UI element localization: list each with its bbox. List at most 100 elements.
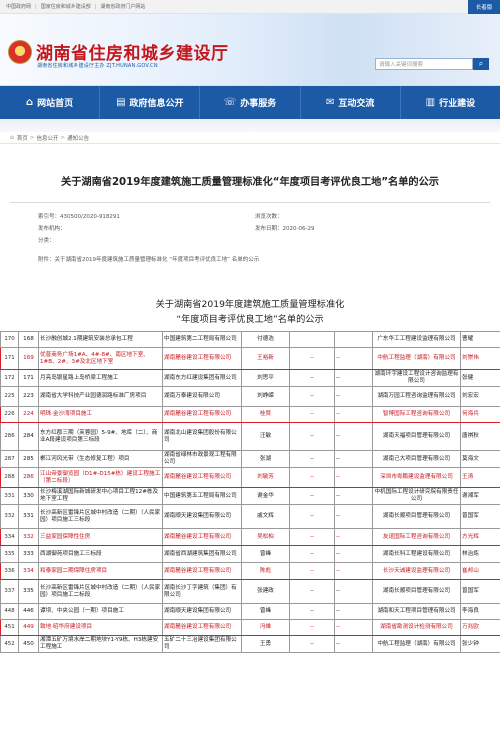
builder-company: 湖南省西湖建筑集团有限公司	[162, 545, 242, 563]
meta-category: 分类：	[38, 238, 55, 244]
project-manager: 刘思平	[241, 369, 290, 387]
column-6: --	[289, 562, 335, 580]
link-province-portal[interactable]: 湖南省政府门户网站	[100, 3, 145, 10]
meta-date: 发布日期：2020-06-29	[255, 226, 315, 232]
supervisor-company: 湖南己大项目管理有限公司	[372, 450, 461, 468]
builder-company: 湖南万泰建设有限公司	[162, 386, 242, 407]
row-index: 331	[0, 487, 19, 505]
nav-item-info-disclosure[interactable]: ▤ 政府信息公开	[100, 86, 201, 119]
search-button[interactable]: ⌕	[473, 58, 489, 70]
site-title[interactable]: 湖南省住房和城乡建设厅	[36, 39, 229, 64]
nav-item-industry[interactable]: ▥ 行业建设	[401, 86, 500, 119]
column-7: --	[334, 603, 373, 620]
meta-views: 浏览次数：	[255, 214, 283, 220]
builder-company: 五矿二十三冶建设集团有限公司	[162, 635, 242, 653]
article-header: 关于湖南省2019年度建筑施工质量管理标准化“年度项目考评优良工地”名单的公示	[0, 155, 500, 203]
search-input[interactable]: 请输入关键词搜索	[375, 58, 473, 70]
column-6: --	[289, 406, 335, 423]
nav-item-label: 互动交流	[338, 99, 375, 109]
builder-company: 中国建筑第二工程局有限公司	[162, 331, 242, 348]
table-row: 286 284 东方红郡三期（芙蓉园）5-9#、地库（二）、商业A段建设项目第三标段…	[0, 422, 500, 451]
item-number: 169	[18, 347, 39, 370]
supervisor-company: 中航工程监理（湖南）有限公司	[372, 347, 461, 370]
project-name: 江山帝景御览园（D1#-D15#栋）建设工程施工（第二标段）	[38, 467, 163, 488]
supervisor-company: 湖南环宇建设工程设计咨询监理有限公司	[372, 369, 461, 387]
column-7: --	[334, 386, 373, 407]
item-number: 450	[18, 635, 39, 653]
table-row: 171 169 优普商务广场1#A、4#-8#、南区地下室、1#B、2#、3#及北区…	[0, 347, 500, 370]
project-manager: 汪敏	[241, 422, 290, 451]
project-table: 170 168 长沙融创城2.1期建筑安装总承包工程 中国建筑第二工程局有限公司 付德浩…	[0, 331, 500, 653]
project-name: 长沙融创城2.1期建筑安装总承包工程	[38, 331, 163, 348]
column-6: --	[289, 450, 335, 468]
home-icon: ⌂	[26, 97, 34, 108]
supervisor-company: 湖南长顺项目管理有限公司	[372, 579, 461, 604]
breadcrumb-info[interactable]: 信息公开	[36, 134, 58, 142]
project-name: 长沙高新区雷锋片区城中村改造（二期）（人民家园）项目施工三标段	[38, 504, 163, 529]
builder-company: 湖南东方红建设集团有限公司	[162, 369, 242, 387]
meta-index: 索引号：430500/2020-918291	[38, 214, 120, 220]
supervisor-company: 湖南长顺项目管理有限公司	[372, 504, 461, 529]
supervisor-company: 友谊国际工程咨询有限公司	[372, 528, 461, 546]
nav-item-home[interactable]: ⌂ 网站首页	[0, 86, 101, 119]
row-index: 334	[0, 528, 19, 546]
nav-item-label: 行业建设	[439, 99, 476, 109]
column-7	[334, 331, 373, 348]
table-body: 170 168 长沙融创城2.1期建筑安装总承包工程 中国建筑第二工程局有限公司 付德浩…	[0, 331, 500, 653]
column-7: --	[334, 467, 373, 488]
breadcrumb-home[interactable]: 首页	[17, 134, 28, 142]
column-7: --	[334, 619, 373, 636]
column-6: --	[289, 504, 335, 529]
attachment-link[interactable]: 关于湖南省2019年度建筑施工质量管理标准化 “年度项目考评优良工地” 名单的公…	[55, 257, 260, 263]
column-7: --	[334, 635, 373, 653]
table-row: 172 171 月亮岛银星路上岛桥梁工程施工 湖南东方红建设集团有限公司 刘思平 -- --…	[0, 369, 500, 387]
nav-item-interaction[interactable]: ✉ 互动交流	[301, 86, 401, 119]
elder-mode-button[interactable]: 长者版	[468, 0, 500, 14]
project-manager: 桂赞	[241, 406, 290, 423]
chief-supervisor: 曾国军	[460, 579, 500, 604]
site-header: 湖南省住房和城乡建设厅 湖南省住房和城乡建设厅主办 ZJT.HUNAN.GOV.…	[0, 14, 500, 86]
column-6: --	[289, 579, 335, 604]
project-manager: 戚文辉	[241, 504, 290, 529]
table-row: 287 285 郴江河风光带（生态修复工程）项目 湖南省绿林市政景观工程有限公司 张湖 -…	[0, 450, 500, 468]
top-utility-bar: 中国政府网 | 国家住房和城乡建设部 | 湖南省政府门户网站 长者版	[0, 0, 500, 14]
national-emblem-icon	[8, 40, 32, 64]
site-subtitle: 湖南省住房和城乡建设厅主办 ZJT.HUNAN.GOV.CN	[37, 63, 158, 69]
project-manager: 王勇	[241, 635, 290, 653]
project-manager: 冯維	[241, 619, 290, 636]
column-7: --	[334, 347, 373, 370]
table-row: 452 450 湘潭五矿万境水岸二期地块Y1-Y9栋、H3栋建安工程施工 五矿二十三冶…	[0, 635, 500, 653]
project-name: 长沙高新区雷锋片区城中村改造（二期）（人民家园）项目施工二标段	[38, 579, 163, 604]
builder-company: 湖南麓谷建设工程有限公司	[162, 347, 242, 370]
row-index: 225	[0, 386, 19, 407]
row-index: 170	[0, 331, 19, 348]
column-6: --	[289, 369, 335, 387]
column-6: --	[289, 467, 335, 488]
column-6: --	[289, 386, 335, 407]
item-number: 331	[18, 504, 39, 529]
breadcrumb-notices[interactable]: 通知公告	[67, 134, 89, 142]
project-name: 湖南省大学科技产业园德润路标准厂房项目	[38, 386, 163, 407]
item-number: 286	[18, 467, 39, 488]
project-name: 致地·昭华府建设项目	[38, 619, 163, 636]
chief-supervisor: 张少钟	[460, 635, 500, 653]
supervisor-company: 湖南和天工程项目管理有限公司	[372, 603, 461, 620]
link-gov-cn[interactable]: 中国政府网	[6, 3, 31, 10]
item-number: 284	[18, 422, 39, 451]
supervisor-company: 智博国际工程咨询有限公司	[372, 406, 461, 423]
row-index: 172	[0, 369, 19, 387]
nav-item-services[interactable]: ☏ 办事服务	[200, 86, 301, 119]
supervisor-company: 湖南万园工程咨询监理有限公司	[372, 386, 461, 407]
table-row: 451 449 致地·昭华府建设项目 湖南麓谷建设工程有限公司 冯維 -- -- 湖南省勘测设…	[0, 619, 500, 636]
column-6: --	[289, 545, 335, 563]
project-name: 明珠·金沙湾项目施工	[38, 406, 163, 423]
project-name: 和泰家园二期保障住房项目	[38, 562, 163, 580]
chief-supervisor: 李海良	[460, 603, 500, 620]
row-index: 448	[0, 603, 19, 620]
link-ministry[interactable]: 国家住房和城乡建设部	[41, 3, 91, 10]
supervisor-company: 湖南天福项目管理有限公司	[372, 422, 461, 451]
column-7: --	[334, 528, 373, 546]
row-index: 336	[0, 562, 19, 580]
supervisor-company: 深圳市粤鹏建设监理有限公司	[372, 467, 461, 488]
project-manager: 王裕新	[241, 347, 290, 370]
